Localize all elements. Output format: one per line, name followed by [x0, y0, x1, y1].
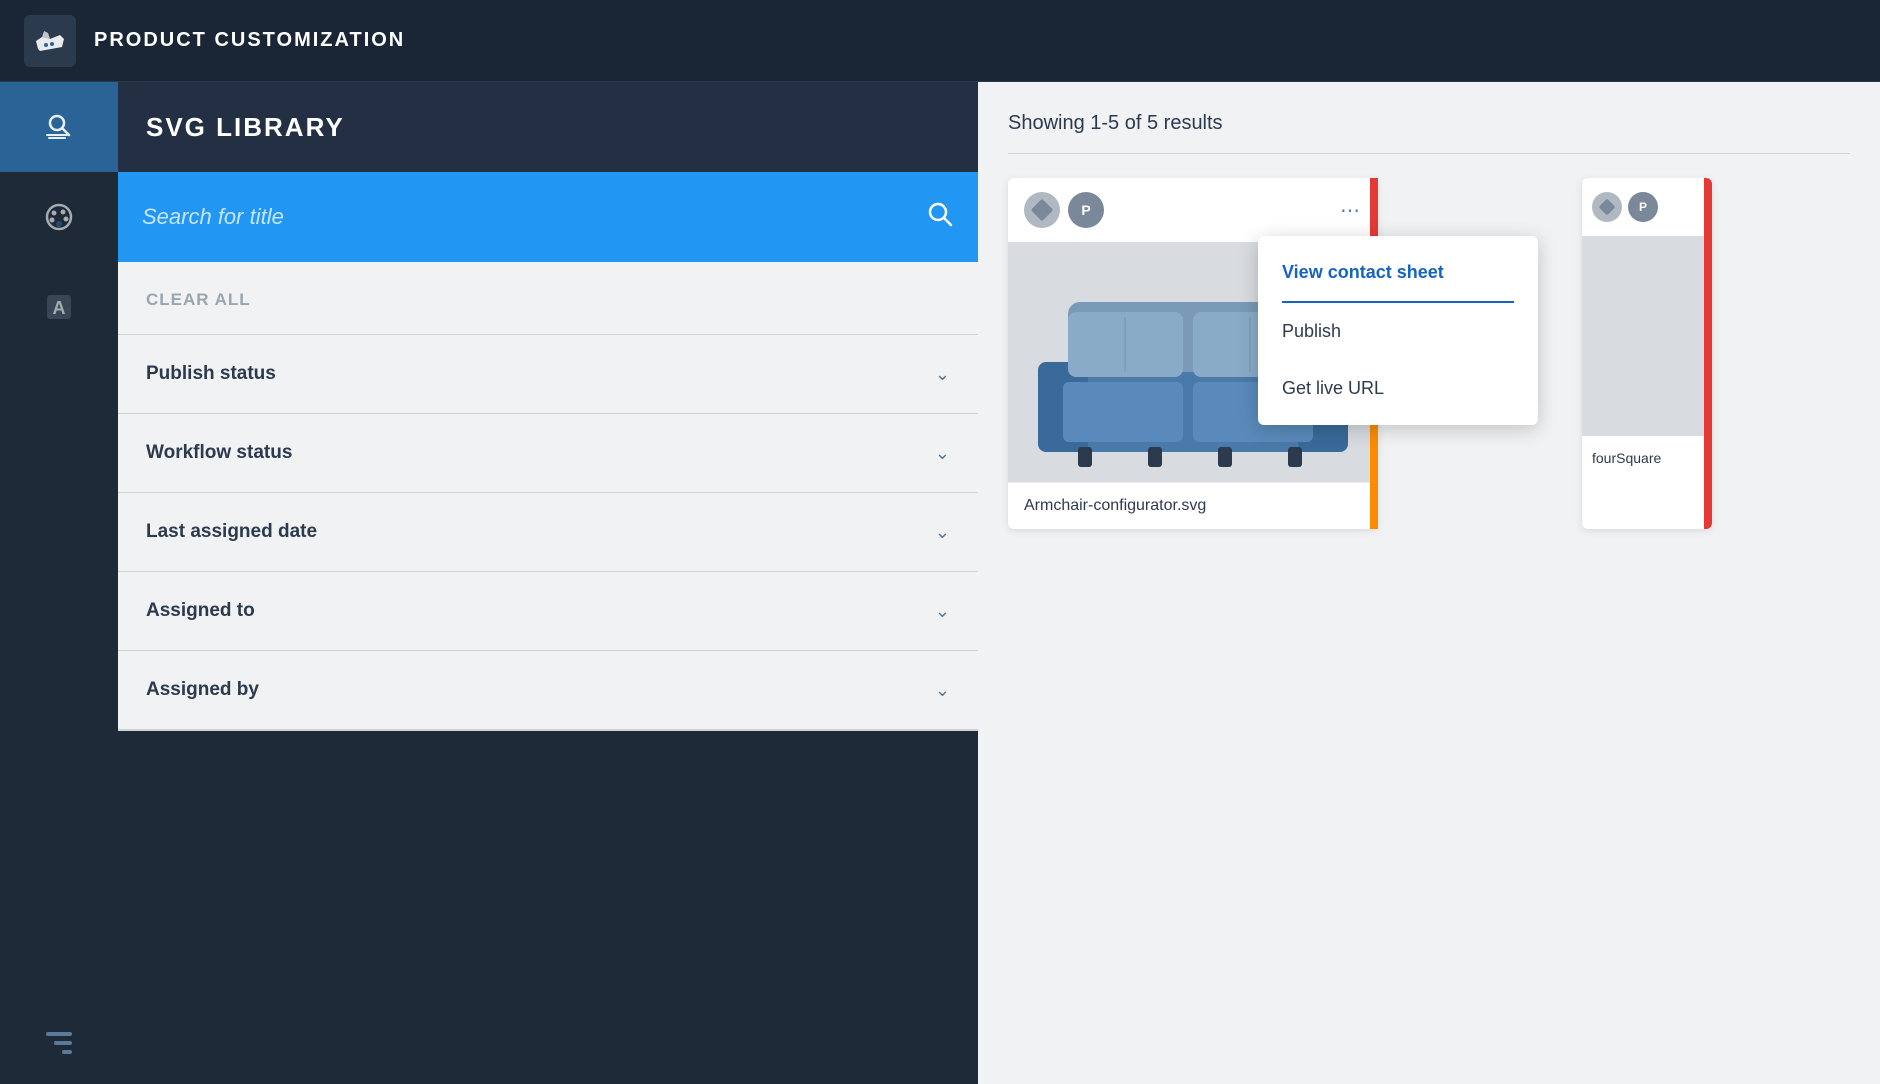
sidebar-item-library[interactable]: [0, 82, 118, 172]
card-header-armchair: P ⋯: [1008, 178, 1378, 242]
cards-grid: P ⋯: [1008, 178, 1850, 529]
menu-item-wrapper-view: View contact sheet: [1258, 244, 1538, 303]
more-options-button[interactable]: ⋯: [1340, 198, 1362, 223]
card-icons-left: P: [1024, 192, 1104, 228]
clear-all-button[interactable]: CLEAR ALL: [146, 290, 251, 310]
chevron-down-icon-workflow: ⌄: [935, 443, 950, 464]
p-badge-icon-2: P: [1628, 192, 1658, 222]
search-input[interactable]: [142, 204, 926, 230]
filter-item-assigned-to[interactable]: Assigned to ⌄: [118, 572, 978, 651]
chevron-down-icon-publish: ⌄: [935, 364, 950, 385]
top-header: PRODUCT CUSTOMIZATION: [0, 0, 1880, 82]
bar-2: [54, 1041, 72, 1045]
filter-item-workflow-status[interactable]: Workflow status ⌄: [118, 414, 978, 493]
logo-icon: [24, 15, 76, 67]
sidebar-item-text[interactable]: A: [0, 262, 118, 352]
card-footer-foursquare: fourSquare: [1582, 436, 1712, 480]
context-menu-item-view-contact-sheet[interactable]: View contact sheet: [1258, 244, 1538, 301]
filter-item-last-assigned-date[interactable]: Last assigned date ⌄: [118, 493, 978, 572]
menu-label-get-live-url: Get live URL: [1282, 378, 1384, 399]
card-image-foursquare: [1582, 236, 1712, 436]
filter-bottom-divider: [118, 730, 978, 731]
card-header-foursquare: P: [1582, 178, 1712, 236]
diamond-inner: [1031, 199, 1054, 222]
menu-bars-icon: [46, 1032, 72, 1054]
p-badge-icon: P: [1068, 192, 1104, 228]
filter-label-last-assigned-date: Last assigned date: [146, 521, 317, 543]
filter-body: CLEAR ALL Publish status ⌄ Workflow stat…: [118, 262, 978, 731]
card-foursquare: P fourSquare: [1582, 178, 1712, 529]
bar-3: [46, 1032, 72, 1036]
card-footer-armchair: Armchair-configurator.svg: [1008, 482, 1378, 529]
filter-column: SVG LIBRARY CLEAR ALL: [118, 82, 978, 1084]
filter-item-assigned-by[interactable]: Assigned by ⌄: [118, 651, 978, 730]
diamond-inner-2: [1599, 199, 1616, 216]
context-menu-item-publish[interactable]: Publish: [1258, 303, 1538, 360]
content-area: Showing 1-5 of 5 results P ⋯: [978, 82, 1880, 1084]
diamond-badge-icon-2: [1592, 192, 1622, 222]
main-layout: A SVG LIBRARY: [0, 82, 1880, 1084]
menu-label-view-contact-sheet: View contact sheet: [1282, 262, 1444, 283]
results-header: Showing 1-5 of 5 results: [1008, 112, 1850, 154]
diamond-badge-icon: [1024, 192, 1060, 228]
card-filename-armchair: Armchair-configurator.svg: [1024, 497, 1206, 514]
filter-label-workflow-status: Workflow status: [146, 442, 292, 464]
search-button[interactable]: [926, 200, 954, 235]
bar-1: [62, 1050, 72, 1054]
filter-panel: CLEAR ALL Publish status ⌄ Workflow stat…: [118, 172, 978, 731]
filter-label-publish-status: Publish status: [146, 363, 276, 385]
filter-item-publish-status[interactable]: Publish status ⌄: [118, 335, 978, 414]
chevron-down-icon-last-assigned: ⌄: [935, 522, 950, 543]
filter-label-assigned-to: Assigned to: [146, 600, 255, 622]
card-status-bar-2: [1704, 178, 1712, 529]
context-menu-item-get-live-url[interactable]: Get live URL: [1258, 360, 1538, 417]
svg-text:A: A: [53, 298, 66, 318]
section-title: SVG LIBRARY: [146, 112, 345, 143]
section-title-bar: SVG LIBRARY: [118, 82, 978, 172]
context-menu: View contact sheet Publish Get live URL: [1258, 236, 1538, 425]
filter-label-assigned-by: Assigned by: [146, 679, 259, 701]
sidebar-bottom-icon: [46, 1032, 72, 1054]
chevron-down-icon-assigned-by: ⌄: [935, 680, 950, 701]
sidebar-item-colors[interactable]: [0, 172, 118, 262]
card-filename-foursquare: fourSquare: [1592, 450, 1661, 466]
search-bar: [118, 172, 978, 262]
clear-all-row: CLEAR ALL: [118, 262, 978, 335]
app-title: PRODUCT CUSTOMIZATION: [94, 29, 405, 52]
icon-sidebar: A: [0, 82, 118, 1084]
menu-label-publish: Publish: [1282, 321, 1341, 342]
chevron-down-icon-assigned-to: ⌄: [935, 601, 950, 622]
card-armchair: P ⋯: [1008, 178, 1378, 529]
